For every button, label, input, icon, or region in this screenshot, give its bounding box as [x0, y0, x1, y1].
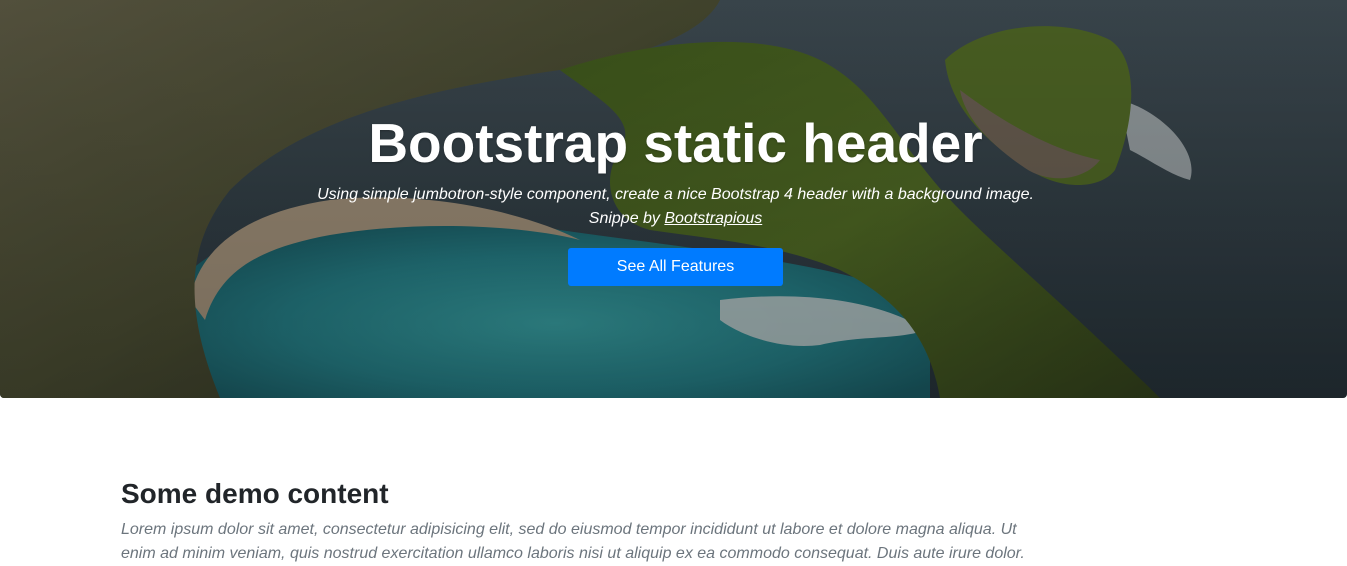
demo-content-heading: Some demo content	[121, 478, 389, 509]
hero-lead-text: Using simple jumbotron-style component, …	[317, 186, 1034, 203]
demo-content-paragraph: Lorem ipsum dolor sit amet, consectetur …	[121, 521, 1025, 562]
page-title: Bootstrap static header	[368, 112, 983, 174]
hero-credit-prefix: Snippe by	[588, 210, 665, 227]
bootstrapious-link[interactable]: Bootstrapious	[664, 210, 762, 227]
demo-content-section: Some demo content Lorem ipsum dolor sit …	[121, 476, 1041, 566]
hero-header: Bootstrap static header Using simple jum…	[0, 0, 1347, 398]
hero-lead: Using simple jumbotron-style component, …	[0, 183, 1347, 231]
see-all-features-button[interactable]: See All Features	[568, 248, 783, 286]
